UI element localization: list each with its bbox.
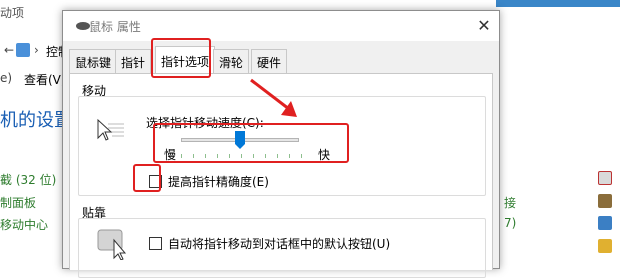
dialog-titlebar: 鼠标 属性 ✕ xyxy=(63,11,499,41)
address-chevron-icon: › xyxy=(34,43,39,57)
tab-hardware[interactable]: 硬件 xyxy=(251,49,288,73)
background-accent-strip xyxy=(496,0,620,7)
control-panel-icon xyxy=(16,43,30,57)
program-icon xyxy=(598,194,612,208)
shield-icon xyxy=(598,239,612,253)
tab-pointers[interactable]: 指针 xyxy=(115,49,152,73)
view-menu[interactable]: 查看(V) xyxy=(24,71,66,88)
annotation-arrow-icon xyxy=(250,78,297,117)
back-arrow-icon[interactable]: ← xyxy=(4,43,14,57)
tab-buttons[interactable]: 鼠标键 xyxy=(69,49,118,73)
background-menu-left[interactable]: e) xyxy=(0,71,12,85)
precision-label[interactable]: 提高指针精确度(E) xyxy=(168,173,269,190)
background-item-3[interactable]: 移动中心 xyxy=(0,216,48,233)
background-window-title: 动项 xyxy=(0,6,25,20)
pointer-speed-icon xyxy=(97,118,124,141)
highlight-precision-checkbox xyxy=(133,164,161,192)
highlight-tab-pointer-options xyxy=(151,38,211,78)
snap-checkbox[interactable] xyxy=(149,237,162,250)
background-item-1[interactable]: 截 (32 位) xyxy=(0,171,56,188)
folder-icon xyxy=(598,216,612,230)
background-item-2[interactable]: 制面板 xyxy=(0,194,36,211)
highlight-speed-slider xyxy=(153,123,349,163)
mouse-properties-dialog: 鼠标 属性 ✕ 鼠标键 指针 指针选项 滑轮 硬件 移动 选择指针移动速度(C)… xyxy=(62,10,500,278)
close-icon[interactable]: ✕ xyxy=(473,15,495,37)
java-icon xyxy=(598,171,612,185)
background-right-item-1[interactable]: 接 xyxy=(504,194,516,211)
background-right-item-2[interactable]: 7) xyxy=(504,216,516,230)
tab-wheel[interactable]: 滑轮 xyxy=(213,49,250,73)
dialog-title: 鼠标 属性 xyxy=(89,20,141,34)
snap-label[interactable]: 自动将指针移动到对话框中的默认按钮(U) xyxy=(168,235,390,252)
snap-to-icon xyxy=(97,229,127,260)
